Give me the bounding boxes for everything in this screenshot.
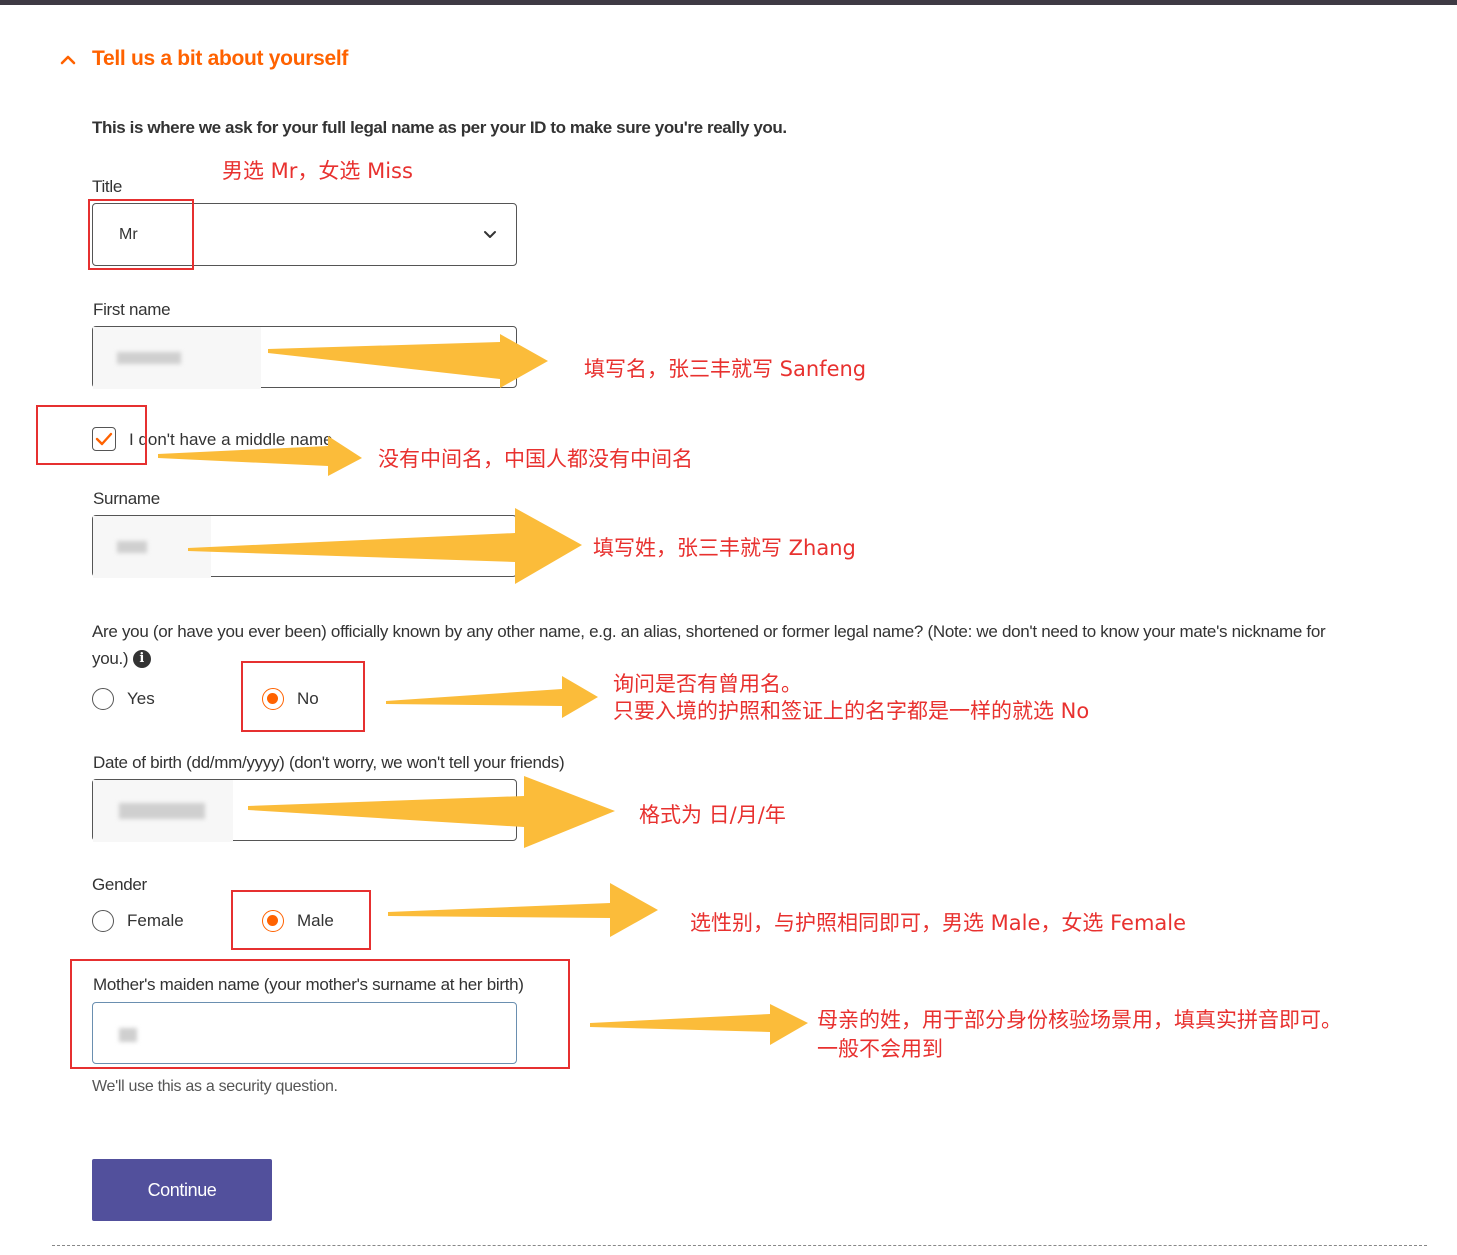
info-icon[interactable]: i	[132, 650, 151, 668]
annotation-gender: 选性别，与护照相同即可，男选 Male，女选 Female	[690, 911, 1187, 935]
gender-female-radio[interactable]	[92, 910, 114, 932]
continue-button[interactable]: Continue	[92, 1159, 272, 1221]
annotation-box-middle-name	[36, 405, 147, 465]
title-label: Title	[92, 177, 122, 196]
dob-input[interactable]	[92, 779, 517, 842]
first-name-input[interactable]	[92, 326, 517, 389]
redacted-value	[119, 803, 205, 819]
annotation-box-alias	[241, 661, 365, 732]
chevron-up-icon[interactable]	[60, 52, 76, 68]
intro-text: This is where we ask for your full legal…	[92, 118, 787, 137]
annotation-title: 男选 Mr，女选 Miss	[222, 159, 413, 183]
alias-yes-radio[interactable]	[92, 688, 114, 710]
annotation-box-title	[88, 199, 194, 270]
section-divider	[52, 1245, 1427, 1246]
annotation-first-name: 填写名，张三丰就写 Sanfeng	[584, 357, 867, 381]
maiden-helper: We'll use this as a security question.	[92, 1078, 338, 1095]
redacted-value	[117, 541, 147, 553]
alias-yes-label[interactable]: Yes	[127, 689, 155, 709]
arrow-gender	[388, 883, 658, 937]
chevron-down-icon	[484, 231, 496, 238]
annotation-maiden-1: 母亲的姓，用于部分身份核验场景用，填真实拼音即可。	[817, 1008, 1342, 1032]
annotation-alias-2: 只要入境的护照和签证上的名字都是一样的就选 No	[613, 699, 1090, 723]
dob-label: Date of birth (dd/mm/yyyy) (don't worry,…	[93, 753, 565, 772]
redacted-value	[117, 352, 181, 364]
annotation-box-maiden	[70, 959, 570, 1069]
annotation-middle-name: 没有中间名，中国人都没有中间名	[378, 447, 693, 471]
top-bar	[0, 0, 1457, 5]
redaction-overlay	[93, 516, 211, 578]
first-name-label: First name	[93, 300, 171, 319]
annotation-box-gender	[231, 890, 371, 950]
section-title[interactable]: Tell us a bit about yourself	[92, 47, 348, 71]
gender-label: Gender	[92, 875, 147, 894]
gender-female-label[interactable]: Female	[127, 911, 184, 931]
annotation-dob: 格式为 日/月/年	[639, 803, 786, 827]
middle-name-label[interactable]: I don't have a middle name	[129, 430, 333, 450]
annotation-surname: 填写姓，张三丰就写 Zhang	[593, 536, 856, 560]
surname-label: Surname	[93, 489, 160, 508]
arrow-maiden	[590, 1004, 808, 1045]
surname-input[interactable]	[92, 515, 517, 578]
annotation-maiden-2: 一般不会用到	[817, 1037, 943, 1061]
annotation-alias-1: 询问是否有曾用名。	[613, 672, 802, 696]
arrow-alias	[386, 676, 598, 718]
